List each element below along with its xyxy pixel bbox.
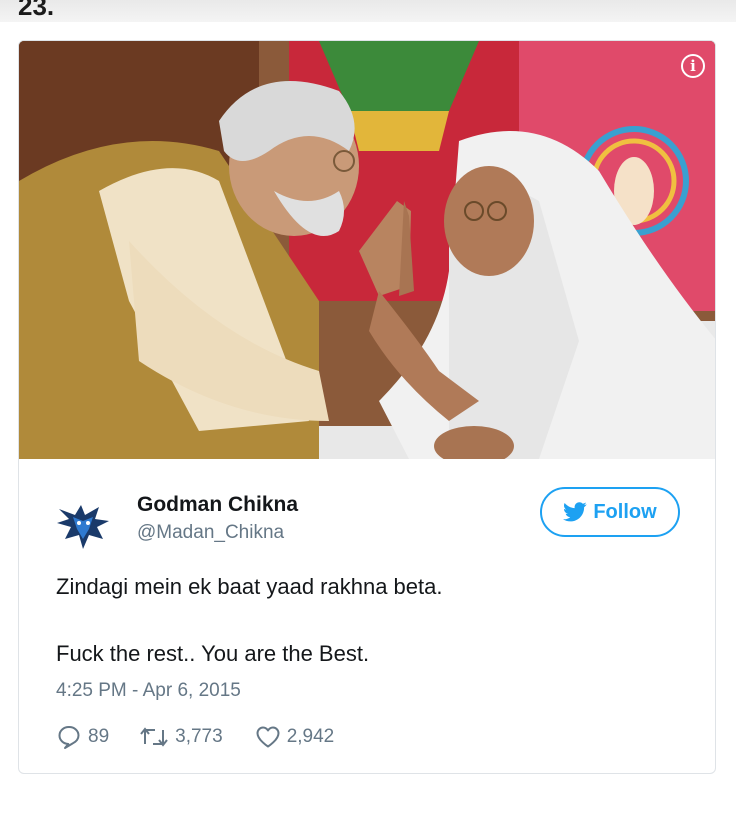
reply-count: 89 [88, 726, 110, 747]
tweet-text-line1: Zindagi mein ek baat yaad rakhna beta. [56, 574, 443, 599]
tweet-photo[interactable]: i [19, 41, 715, 459]
like-count: 2,942 [286, 726, 335, 747]
follow-label: Follow [593, 500, 657, 523]
retweet-count: 3,773 [175, 726, 223, 747]
heart-icon [256, 726, 280, 748]
list-item-number: 23. [18, 0, 55, 21]
tweet-card[interactable]: i Godman Chikna @Madan_Chikna Follow Zin… [18, 40, 716, 774]
like-button[interactable]: 2,942 [255, 725, 335, 749]
retweet-icon [140, 727, 168, 747]
follow-button[interactable]: Follow [540, 487, 680, 537]
wolf-head-icon[interactable] [55, 495, 113, 553]
display-name[interactable]: Godman Chikna [137, 493, 298, 517]
user-handle[interactable]: @Madan_Chikna [137, 522, 284, 544]
tweet-actions: 89 3,773 2,942 [56, 723, 334, 751]
reply-icon [58, 726, 80, 749]
info-icon[interactable]: i [681, 54, 705, 78]
tweet-timestamp[interactable]: 4:25 PM - Apr 6, 2015 [56, 680, 241, 702]
top-strip [0, 0, 736, 22]
twitter-bird-icon [563, 502, 587, 522]
reply-button[interactable]: 89 [56, 724, 109, 750]
tweet-text-line2: Fuck the rest.. You are the Best. [56, 641, 370, 666]
retweet-button[interactable]: 3,773 [139, 724, 223, 750]
